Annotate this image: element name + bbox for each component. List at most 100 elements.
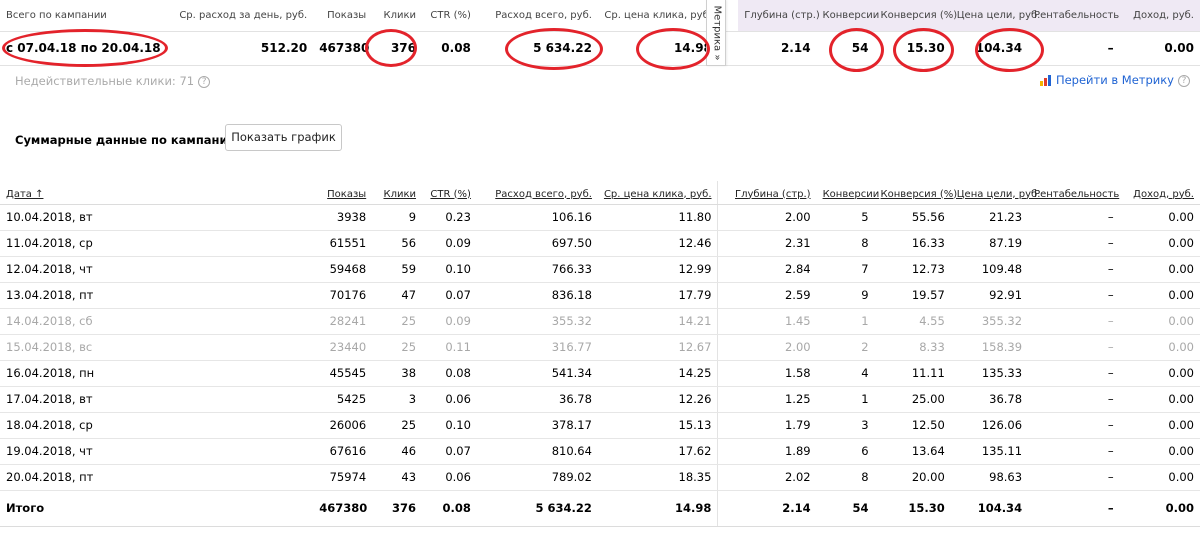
cell-goal-cost: 21.23 <box>950 204 1029 231</box>
cell-profitability: – <box>1028 230 1120 257</box>
cell-depth: 1.25 <box>717 386 817 413</box>
cell-date: 11.04.2018, ср <box>0 230 314 257</box>
cell-clicks: 376 <box>372 490 423 527</box>
cell-spend: 789.02 <box>476 464 598 491</box>
cell-ctr: 0.08 <box>422 360 477 387</box>
cell-date: 10.04.2018, вт <box>0 204 314 231</box>
cell-profitability: – <box>1028 204 1120 231</box>
cell-conversions: 7 <box>816 256 875 283</box>
table-row: 19.04.2018, чт 67616 46 0.07 810.64 17.62 1.89… <box>0 438 1200 465</box>
daily-stats-table: Дата ↑ Показы Клики CTR (%) Расход всего, ру… <box>0 181 1200 527</box>
cell-profitability: – <box>1028 256 1120 283</box>
column-header-conversions[interactable]: Конверсии <box>816 181 879 205</box>
cell-conversions: 8 <box>816 230 875 257</box>
cell-impressions: 75974 <box>313 464 373 491</box>
cell-impressions: 70176 <box>313 282 373 309</box>
column-header-label: Цена цели, руб. <box>956 188 1041 200</box>
column-header-ctr[interactable]: CTR (%) <box>422 181 477 205</box>
cell-conv-rate: 15.30 <box>874 490 951 527</box>
column-header-profitability[interactable]: Рентабельность <box>1028 181 1120 205</box>
cell-impressions: 61551 <box>313 230 373 257</box>
cell-clicks: 47 <box>372 282 423 309</box>
column-header-label: Конверсии <box>822 188 880 200</box>
cell-conv-rate: 19.57 <box>874 282 951 309</box>
cell-profitability: – <box>1028 308 1120 335</box>
summary-header-depth: Глубина (стр.) <box>738 0 820 31</box>
summary-header-clicks: Клики <box>383 9 416 21</box>
cell-depth: 1.45 <box>717 308 817 335</box>
cell-conversions: 4 <box>816 360 875 387</box>
cell-ctr: 0.09 <box>422 308 477 335</box>
column-header-spend[interactable]: Расход всего, руб. <box>476 181 598 205</box>
cell-goal-cost: 98.63 <box>950 464 1029 491</box>
cell-conv-rate: 55.56 <box>874 204 951 231</box>
cell-revenue: 0.00 <box>1119 386 1200 413</box>
cell-goal-cost: 92.91 <box>950 282 1029 309</box>
cell-spend: 541.34 <box>476 360 598 387</box>
cell-clicks: 3 <box>372 386 423 413</box>
cell-cpc: 14.98 <box>597 490 719 527</box>
summary-ctr: 0.08 <box>422 30 477 66</box>
cell-conv-rate: 25.00 <box>874 386 951 413</box>
help-circle-icon[interactable]: ? <box>198 75 211 88</box>
column-header-impressions[interactable]: Показы <box>313 181 373 205</box>
cell-profitability: – <box>1028 386 1120 413</box>
cell-date: Итого <box>0 490 314 527</box>
metrika-toggle-label: Метрика » <box>711 5 723 61</box>
column-header-conv-rate[interactable]: Конверсия (%) <box>874 181 957 205</box>
table-row: 11.04.2018, ср 61551 56 0.09 697.50 12.46 2.31… <box>0 230 1200 257</box>
cell-conversions: 3 <box>816 412 875 439</box>
column-header-label: Ср. цена клика, руб. <box>603 188 712 200</box>
column-header-date[interactable]: Дата ↑ <box>0 181 314 205</box>
cell-cpc: 14.21 <box>597 308 719 335</box>
cell-goal-cost: 135.11 <box>950 438 1029 465</box>
cell-depth: 2.59 <box>717 282 817 309</box>
column-header-cpc[interactable]: Ср. цена клика, руб. <box>597 181 719 205</box>
cell-goal-cost: 355.32 <box>950 308 1029 335</box>
column-header-clicks[interactable]: Клики <box>372 181 423 205</box>
cell-cpc: 15.13 <box>597 412 719 439</box>
cell-goal-cost: 109.48 <box>950 256 1029 283</box>
metrika-toggle-tab[interactable]: Метрика » <box>706 0 726 66</box>
cell-cpc: 12.99 <box>597 256 719 283</box>
summary-header-goal-cost: Цена цели, руб. <box>950 0 1040 31</box>
open-metrika-link[interactable]: Перейти в Метрику? <box>1039 73 1190 87</box>
cell-spend: 810.64 <box>476 438 598 465</box>
cell-ctr: 0.07 <box>422 438 477 465</box>
cell-spend: 316.77 <box>476 334 598 361</box>
cell-goal-cost: 126.06 <box>950 412 1029 439</box>
cell-spend: 836.18 <box>476 282 598 309</box>
table-row: 12.04.2018, чт 59468 59 0.10 766.33 12.99 2.84… <box>0 256 1200 283</box>
cell-spend: 766.33 <box>476 256 598 283</box>
column-header-depth[interactable]: Глубина (стр.) <box>717 181 817 205</box>
help-circle-icon[interactable]: ? <box>1178 74 1190 87</box>
cell-cpc: 18.35 <box>597 464 719 491</box>
cell-profitability: – <box>1028 438 1120 465</box>
table-row: 17.04.2018, вт 5425 3 0.06 36.78 12.26 1.25 1 25… <box>0 386 1200 413</box>
column-header-revenue[interactable]: Доход, руб. <box>1119 181 1200 205</box>
cell-profitability: – <box>1028 334 1120 361</box>
cell-date: 14.04.2018, сб <box>0 308 314 335</box>
cell-revenue: 0.00 <box>1119 412 1200 439</box>
show-chart-button[interactable]: Показать график <box>225 124 342 151</box>
cell-impressions: 45545 <box>313 360 373 387</box>
cell-conversions: 54 <box>816 490 875 527</box>
table-row: 20.04.2018, пт 75974 43 0.06 789.02 18.35 2.02… <box>0 464 1200 491</box>
column-header-label: Рентабельность <box>1034 188 1120 200</box>
cell-revenue: 0.00 <box>1119 490 1200 527</box>
cell-conv-rate: 4.55 <box>874 308 951 335</box>
cell-conversions: 1 <box>816 308 875 335</box>
highlight-circle-cpc <box>636 28 710 70</box>
summary-header-spend: Расход всего, руб. <box>495 9 592 21</box>
summary-avg-daily: 512.20 <box>172 30 314 66</box>
highlight-circle-conversions <box>829 28 884 72</box>
summary-header-ctr: CTR (%) <box>430 9 471 21</box>
cell-profitability: – <box>1028 360 1120 387</box>
column-header-goal-cost[interactable]: Цена цели, руб. <box>950 181 1040 205</box>
cell-revenue: 0.00 <box>1119 438 1200 465</box>
cell-impressions: 59468 <box>313 256 373 283</box>
column-header-label: Доход, руб. <box>1133 188 1194 200</box>
cell-revenue: 0.00 <box>1119 308 1200 335</box>
cell-goal-cost: 135.33 <box>950 360 1029 387</box>
cell-spend: 378.17 <box>476 412 598 439</box>
